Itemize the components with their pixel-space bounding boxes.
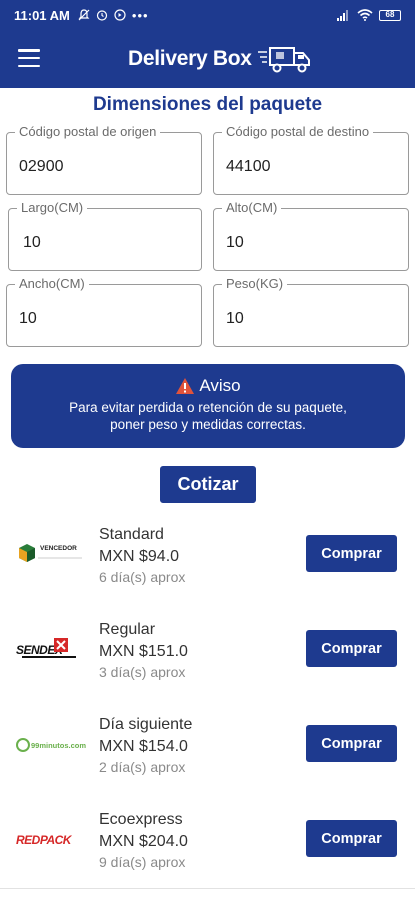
weight-label: Peso(KG): [222, 276, 288, 291]
height-value: 10: [226, 234, 244, 251]
weight-value: 10: [226, 310, 244, 327]
mute-icon: [78, 9, 90, 21]
buy-button[interactable]: Comprar: [306, 820, 397, 857]
service-price: MXN $204.0: [99, 833, 188, 850]
destination-zip-field[interactable]: Código postal de destino 44100: [213, 124, 409, 195]
destination-zip-label: Código postal de destino: [222, 124, 374, 139]
more-icon: •••: [131, 7, 149, 23]
service-price: MXN $154.0: [99, 738, 188, 755]
battery-icon: 68: [379, 9, 401, 21]
buy-button[interactable]: Comprar: [306, 630, 397, 667]
menu-icon: [18, 49, 40, 52]
length-field[interactable]: Largo(CM) 10: [8, 200, 202, 271]
app-bar: Delivery Box: [0, 30, 415, 88]
carrier-logo-redpack: REDPACK: [16, 825, 86, 855]
height-label: Alto(CM): [222, 200, 282, 215]
warning-line-2: poner peso y medidas correctas.: [110, 417, 306, 432]
service-days: 9 día(s) aprox: [99, 854, 186, 870]
weight-field[interactable]: Peso(KG) 10: [213, 276, 409, 347]
status-bar: 11:01 AM ••• 68: [0, 0, 415, 30]
service-price: MXN $151.0: [99, 643, 188, 660]
service-name: Standard: [99, 526, 164, 543]
quote-row: VENCEDOR Standard MXN $94.0 6 día(s) apr…: [0, 518, 415, 608]
width-field[interactable]: Ancho(CM) 10: [6, 276, 202, 347]
length-label: Largo(CM): [17, 200, 88, 215]
service-days: 6 día(s) aprox: [99, 569, 186, 585]
99minutos-mark-icon: [16, 738, 30, 752]
carrier-logo-99minutos: 99minutos.com: [16, 730, 86, 760]
wifi-icon: [357, 9, 373, 21]
menu-button[interactable]: [18, 49, 40, 67]
width-label: Ancho(CM): [15, 276, 89, 291]
bottom-divider: [0, 888, 415, 889]
brand-title: Delivery Box: [128, 47, 252, 70]
quote-row: SENDEX Regular MXN $151.0 3 día(s) aprox…: [0, 613, 415, 703]
carrier-logo-sendex: SENDEX: [16, 635, 86, 665]
height-field[interactable]: Alto(CM) 10: [213, 200, 409, 271]
destination-zip-value: 44100: [226, 158, 271, 175]
origin-zip-label: Código postal de origen: [15, 124, 161, 139]
service-name: Día siguiente: [99, 716, 193, 733]
status-left-icons: •••: [78, 8, 149, 23]
service-days: 3 día(s) aprox: [99, 664, 186, 680]
brand-logo: Delivery Box: [128, 43, 314, 75]
truck-icon: [257, 47, 310, 73]
service-name: Regular: [99, 621, 156, 638]
length-value: 10: [23, 234, 41, 251]
quote-row: REDPACK Ecoexpress MXN $204.0 9 día(s) a…: [0, 803, 415, 893]
alarm-icon: [96, 10, 107, 21]
section-title: Dimensiones del paquete: [92, 94, 323, 115]
warning-message: Para evitar perdida o retención de su pa…: [11, 399, 405, 433]
sendex-mark-icon: [54, 638, 68, 652]
buy-button[interactable]: Comprar: [306, 535, 397, 572]
warning-notice: Aviso Para evitar perdida o retención de…: [11, 364, 405, 448]
carrier-logo-text: 99minutos.com: [30, 740, 86, 750]
status-time: 11:01 AM: [14, 7, 70, 23]
quote-button[interactable]: Cotizar: [160, 466, 256, 503]
width-value: 10: [19, 310, 37, 327]
service-name: Ecoexpress: [99, 811, 183, 828]
carrier-logo-text: VENCEDOR: [40, 545, 77, 552]
status-right-icons: 68: [337, 9, 401, 21]
carrier-logo-vencedor: VENCEDOR: [16, 539, 86, 569]
data-saver-icon: [114, 9, 126, 21]
warning-title: Aviso: [199, 376, 241, 395]
buy-button[interactable]: Comprar: [306, 725, 397, 762]
warning-title-row: Aviso: [11, 376, 405, 396]
warning-line-1: Para evitar perdida o retención de su pa…: [69, 400, 347, 415]
warning-icon: [176, 378, 195, 394]
origin-zip-value: 02900: [19, 158, 64, 175]
origin-zip-field[interactable]: Código postal de origen 02900: [6, 124, 202, 195]
service-price: MXN $94.0: [99, 548, 180, 565]
carrier-logo-text: REDPACK: [16, 833, 71, 847]
quote-row: 99minutos.com Día siguiente MXN $154.0 2…: [0, 708, 415, 798]
signal-icon: [337, 10, 348, 21]
service-days: 2 día(s) aprox: [99, 759, 186, 775]
